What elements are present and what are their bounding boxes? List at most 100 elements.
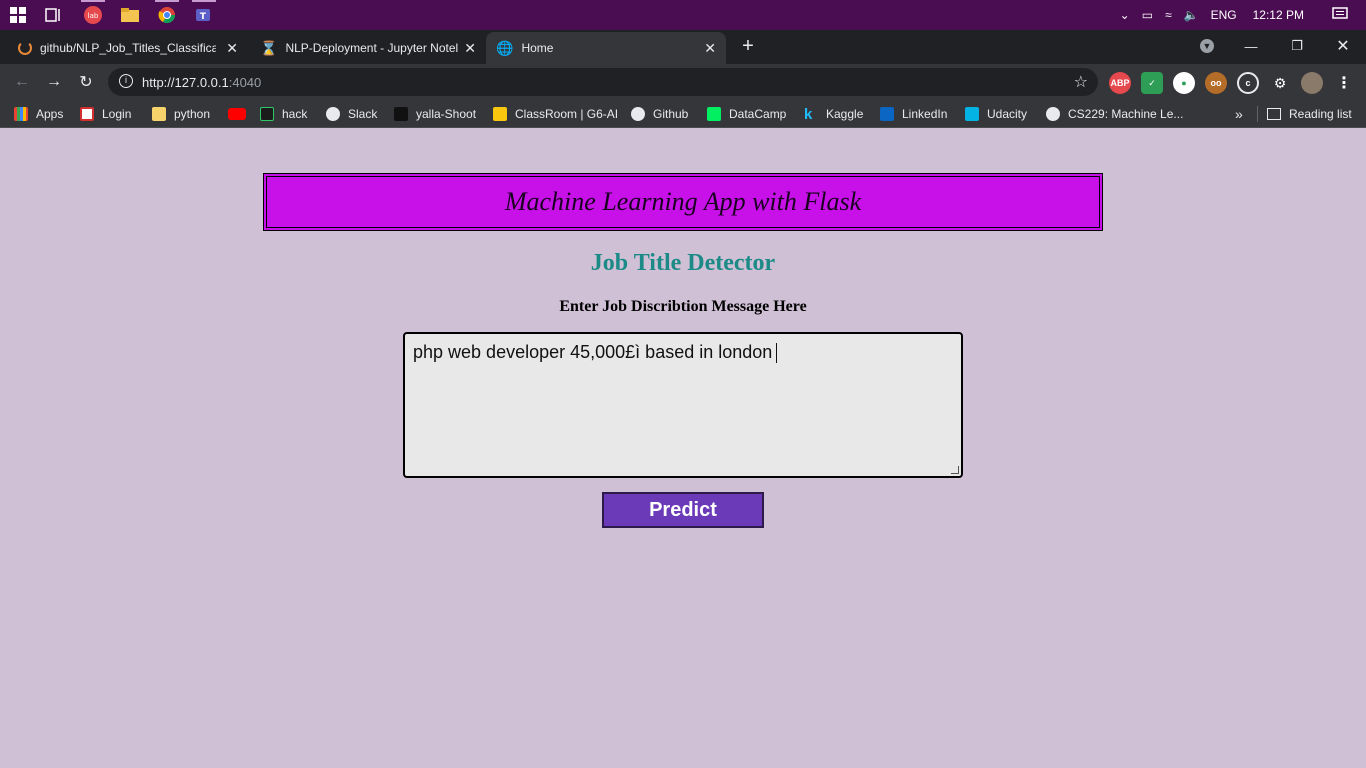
bookmark-classroom[interactable]: ClassRoom | G6-AI: [493, 104, 618, 124]
wifi-icon[interactable]: ≈: [1165, 8, 1172, 22]
task-view-icon[interactable]: [42, 3, 66, 27]
svg-text:T: T: [200, 12, 207, 22]
apps-grid-icon: [14, 107, 28, 121]
globe-icon: 🌐: [496, 39, 514, 56]
globe-icon: [326, 107, 340, 121]
reading-list-label: Reading list: [1289, 107, 1352, 121]
chevron-up-icon[interactable]: ⌄: [1120, 8, 1130, 22]
address-bar[interactable]: i http://127.0.0.1:4040 ☆: [108, 68, 1098, 96]
clock[interactable]: 12:12 PM: [1253, 8, 1304, 22]
login-icon: [80, 107, 94, 121]
system-tray: ⌄ ▭ ≈ 🔈 ENG 12:12 PM: [1114, 0, 1366, 30]
bookmark-label: yalla-Shoot: [416, 107, 477, 121]
restore-icon[interactable]: ❐: [1274, 30, 1320, 62]
minimize-icon[interactable]: —: [1228, 30, 1274, 62]
battery-icon[interactable]: ▭: [1142, 8, 1153, 22]
forward-icon[interactable]: →: [40, 68, 68, 96]
datacamp-icon: [707, 107, 721, 121]
bookmark-label: DataCamp: [729, 107, 787, 121]
close-tab-icon[interactable]: ✕: [226, 40, 238, 57]
bookmark-apps[interactable]: Apps: [14, 104, 63, 124]
bookmark-cs229[interactable]: CS229: Machine Le...: [1046, 104, 1183, 124]
tab-home[interactable]: 🌐 Home ✕: [486, 32, 726, 64]
info-icon[interactable]: i: [119, 74, 133, 88]
reading-list-button[interactable]: Reading list: [1267, 104, 1352, 124]
globe-icon: [1046, 107, 1060, 121]
bookmark-label: ClassRoom | G6-AI: [515, 107, 619, 121]
bookmark-yalla-shoot[interactable]: yalla-Shoot: [394, 104, 476, 124]
notifications-icon[interactable]: [1332, 6, 1348, 24]
url-host: http://127.0.0.1: [142, 74, 229, 90]
new-tab-icon[interactable]: +: [734, 32, 762, 60]
chrome-icon[interactable]: [155, 0, 179, 27]
bookmark-star-icon[interactable]: ☆: [1074, 72, 1088, 92]
adblock-icon[interactable]: ABP: [1109, 72, 1131, 94]
svg-text:lab: lab: [88, 12, 99, 20]
profile-avatar[interactable]: [1301, 72, 1323, 94]
back-icon[interactable]: ←: [8, 68, 36, 96]
header-banner: Machine Learning App with Flask: [263, 173, 1103, 231]
bookmark-label: Udacity: [987, 107, 1028, 121]
bookmark-python[interactable]: python: [152, 104, 210, 124]
message-label: Enter Job Discribtion Message Here: [559, 298, 807, 315]
bookmark-label: Kaggle: [826, 107, 864, 121]
taskbar: lab T ⌄ ▭ ≈ 🔈 ENG 12:12 PM: [0, 0, 1366, 30]
tab-jupyter[interactable]: ⌛ NLP-Deployment - Jupyter Notel ✕: [250, 32, 486, 64]
bookmark-hack[interactable]: hack: [260, 104, 307, 124]
tab-title: Home: [521, 41, 554, 55]
close-tab-icon[interactable]: ✕: [464, 40, 476, 57]
bookmark-kaggle[interactable]: k Kaggle: [804, 104, 863, 124]
bookmark-datacamp[interactable]: DataCamp: [707, 104, 786, 124]
more-bookmarks-icon[interactable]: »: [1235, 104, 1243, 124]
bookmark-divider: [1257, 106, 1258, 122]
bookmark-youtube[interactable]: [228, 104, 254, 124]
bookmark-github[interactable]: Github: [631, 104, 688, 124]
bookmarks-bar: Apps Login python hack Slack yalla-Shoot…: [0, 100, 1366, 128]
udacity-icon: [965, 107, 979, 121]
url-text: http://127.0.0.1:4040: [142, 75, 261, 90]
predict-button[interactable]: Predict: [602, 492, 764, 528]
yalla-shoot-icon: [394, 107, 408, 121]
tab-github[interactable]: github/NLP_Job_Titles_Classificat ✕: [8, 32, 248, 64]
bookmark-label: LinkedIn: [902, 107, 948, 121]
tab-title: github/NLP_Job_Titles_Classificat: [40, 41, 216, 55]
shield-icon[interactable]: ✓: [1141, 72, 1163, 94]
banner-title: Machine Learning App with Flask: [504, 187, 862, 216]
bookmark-label: python: [174, 107, 211, 121]
windows-start-icon[interactable]: [6, 3, 30, 27]
url-port: :4040: [228, 74, 262, 90]
linkedin-icon: [880, 107, 894, 121]
owl-extension-icon[interactable]: oo: [1205, 72, 1227, 94]
tab-search-icon[interactable]: ▼: [1184, 30, 1230, 62]
bookmark-label: hack: [282, 107, 308, 121]
volume-icon[interactable]: 🔈: [1184, 8, 1199, 22]
reading-list-icon: [1267, 108, 1281, 120]
bookmark-linkedin[interactable]: LinkedIn: [880, 104, 947, 124]
bookmark-slack[interactable]: Slack: [326, 104, 377, 124]
page-content: Machine Learning App with Flask Job Titl…: [0, 133, 1366, 768]
bookmark-label: Apps: [36, 107, 64, 121]
bookmark-label: CS229: Machine Le...: [1068, 107, 1184, 121]
browser-toolbar: ← → ↻ i http://127.0.0.1:4040 ☆ ABP ✓ ● …: [0, 64, 1366, 100]
close-window-icon[interactable]: ✕: [1320, 30, 1366, 62]
close-tab-icon[interactable]: ✕: [704, 40, 716, 57]
resize-handle-icon[interactable]: [951, 466, 959, 474]
github-icon: [631, 107, 645, 121]
bookmark-login[interactable]: Login: [80, 104, 131, 124]
youtube-icon: [228, 108, 246, 120]
teams-icon[interactable]: T: [192, 0, 216, 27]
brave-app-icon[interactable]: lab: [81, 0, 105, 27]
language-indicator[interactable]: ENG: [1211, 8, 1237, 22]
menu-kebab-icon[interactable]: ⋮: [1333, 72, 1355, 94]
tab-strip: github/NLP_Job_Titles_Classificat ✕ ⌛ NL…: [0, 30, 1366, 86]
extension-green-icon[interactable]: ●: [1173, 72, 1195, 94]
extensions-puzzle-icon[interactable]: ⚙: [1269, 72, 1291, 94]
classroom-icon: [493, 107, 507, 121]
bookmark-udacity[interactable]: Udacity: [965, 104, 1027, 124]
reload-icon[interactable]: ↻: [72, 68, 100, 96]
copilot-extension-icon[interactable]: c: [1237, 72, 1259, 94]
github-spinner-icon: [18, 41, 32, 55]
message-text: php web developer 45,000£ì based in lond…: [413, 342, 773, 362]
message-textarea[interactable]: php web developer 45,000£ì based in lond…: [403, 332, 963, 478]
file-explorer-icon[interactable]: [118, 3, 142, 27]
